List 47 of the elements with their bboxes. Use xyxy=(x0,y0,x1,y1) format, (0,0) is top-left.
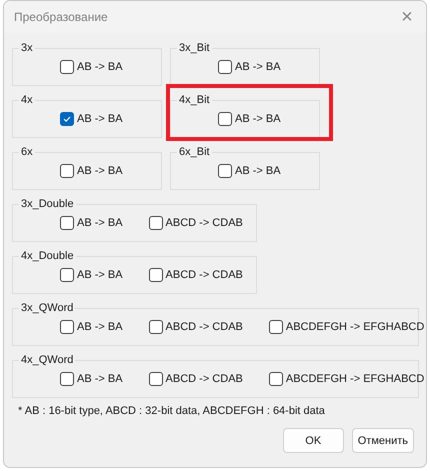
checkbox-label[interactable]: AB -> BA xyxy=(77,373,123,385)
checkbox[interactable] xyxy=(148,372,163,386)
checkbox[interactable] xyxy=(60,112,74,126)
checkbox-label[interactable]: ABCDEFGH -> EFGHABCD xyxy=(286,373,424,385)
checkbox[interactable] xyxy=(218,112,232,126)
checkbox-label[interactable]: AB -> BA xyxy=(77,321,123,333)
checkbox-label[interactable]: AB -> BA xyxy=(235,165,281,177)
group-label: 6x xyxy=(20,145,34,159)
group-label: 4x xyxy=(20,93,34,107)
checkbox-label[interactable]: AB -> BA xyxy=(77,217,123,229)
checkbox[interactable] xyxy=(218,60,232,74)
checkbox[interactable] xyxy=(218,164,232,178)
checkbox-label[interactable]: ABCDEFGH -> EFGHABCD xyxy=(286,321,424,333)
checkbox[interactable] xyxy=(60,216,74,230)
group-label: 4x_Double xyxy=(20,249,75,263)
checkbox-label[interactable]: AB -> BA xyxy=(235,113,281,125)
checkbox[interactable] xyxy=(60,320,74,334)
footnote: * AB : 16-bit type, ABCD : 32-bit data, ABCDEFGH : 64-bit data xyxy=(18,405,326,417)
checkbox-label[interactable]: ABCD -> CDAB xyxy=(166,269,243,281)
group-label: 3x_QWord xyxy=(20,301,74,315)
checkbox[interactable] xyxy=(148,216,163,230)
window-title: Преобразование xyxy=(14,10,108,24)
group-label: 6x_Bit xyxy=(178,145,211,159)
checkbox[interactable] xyxy=(60,268,74,282)
checkbox[interactable] xyxy=(60,372,74,386)
group-label: 3x xyxy=(20,41,34,55)
checkbox-label[interactable]: AB -> BA xyxy=(235,61,281,73)
cancel-button[interactable]: Отменить xyxy=(352,428,414,453)
checkbox-label[interactable]: ABCD -> CDAB xyxy=(166,373,243,385)
checkbox[interactable] xyxy=(268,320,283,334)
checkbox[interactable] xyxy=(148,268,163,282)
checkbox-label[interactable]: AB -> BA xyxy=(77,165,123,177)
checkbox[interactable] xyxy=(60,164,74,178)
checkbox-label[interactable]: AB -> BA xyxy=(77,113,123,125)
checkbox-label[interactable]: AB -> BA xyxy=(77,61,123,73)
check-icon xyxy=(62,114,72,124)
checkbox-label[interactable]: ABCD -> CDAB xyxy=(166,217,243,229)
group-label: 4x_Bit xyxy=(178,93,211,107)
checkbox[interactable] xyxy=(268,372,283,386)
checkbox[interactable] xyxy=(148,320,163,334)
checkbox[interactable] xyxy=(60,60,74,74)
group-label: 3x_Bit xyxy=(178,41,211,55)
ok-button[interactable]: OK xyxy=(282,428,344,453)
group-label: 4x_QWord xyxy=(20,353,74,367)
checkbox-label[interactable]: ABCD -> CDAB xyxy=(166,321,243,333)
checkbox-label[interactable]: AB -> BA xyxy=(77,269,123,281)
group-label: 3x_Double xyxy=(20,197,75,211)
